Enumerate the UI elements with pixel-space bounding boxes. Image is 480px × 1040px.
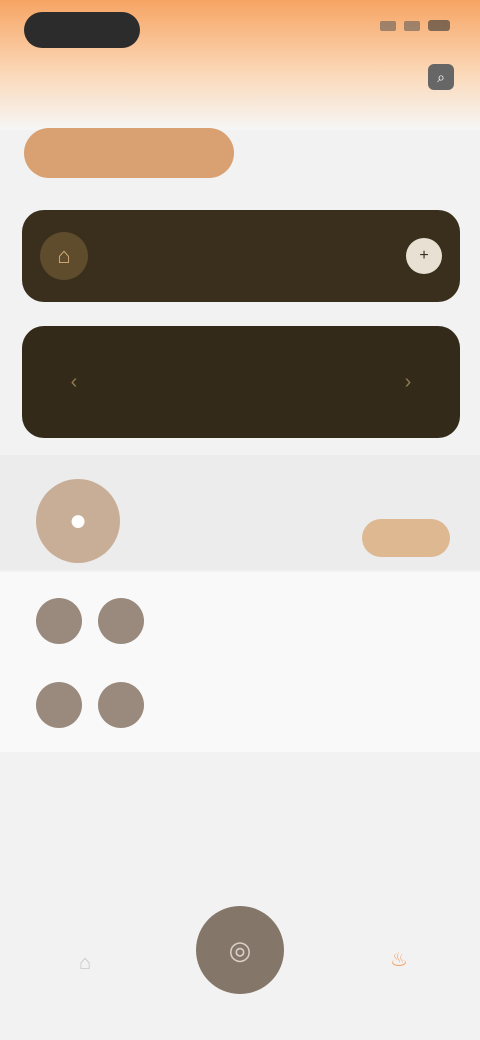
plus-icon[interactable]: + — [406, 238, 442, 274]
status-indicators — [380, 20, 450, 31]
signal-icon — [380, 20, 396, 31]
search-icon[interactable]: ⌕ — [428, 64, 454, 90]
list-item[interactable] — [0, 666, 480, 746]
avatar — [36, 598, 82, 644]
status-time — [24, 12, 140, 48]
avatar — [98, 598, 144, 644]
bell-icon: ⌂ — [40, 232, 88, 280]
page-title — [24, 62, 144, 86]
avatar — [98, 682, 144, 728]
flame-icon[interactable]: ♨ — [384, 944, 414, 974]
wifi-icon — [404, 20, 420, 31]
activity-list — [0, 572, 480, 752]
avatar[interactable]: ● — [36, 479, 120, 563]
bottom-navigation: ⌂ ◎ ♨ — [0, 900, 480, 1040]
avatar — [36, 682, 82, 728]
home-icon[interactable]: ⌂ — [70, 948, 100, 978]
camera-button[interactable]: ◎ — [196, 906, 284, 994]
chip-button[interactable] — [24, 128, 234, 178]
profile-action-button[interactable] — [362, 519, 450, 557]
camera-icon: ◎ — [228, 934, 252, 965]
primary-card[interactable]: ⌂ + — [22, 210, 460, 302]
secondary-card[interactable]: ‹ › — [22, 326, 460, 438]
list-item[interactable] — [0, 582, 480, 662]
user-icon: ● — [68, 504, 88, 537]
chevron-right-icon[interactable]: › — [392, 371, 424, 394]
status-bar — [0, 0, 480, 56]
chevron-left-icon[interactable]: ‹ — [58, 371, 90, 394]
profile-section: ● — [0, 455, 480, 570]
battery-icon — [428, 20, 450, 31]
